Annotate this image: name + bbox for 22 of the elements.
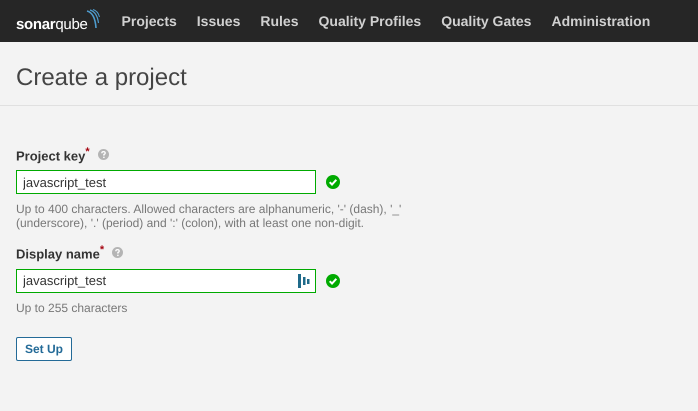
field-label: Project key$^{*}$: [16, 146, 90, 164]
nav-link[interactable]: Issues: [186, 13, 250, 29]
nav-link[interactable]: Rules: [250, 13, 308, 29]
nav-link[interactable]: Administration: [541, 13, 660, 29]
nav-link[interactable]: Quality Gates: [431, 13, 542, 29]
page-title: Create a project: [16, 64, 188, 92]
nav-link[interactable]: Quality Profiles: [308, 13, 432, 29]
logo-text: sonarqube: [16, 16, 88, 33]
help-icon[interactable]: [98, 149, 109, 160]
set-up-button[interactable]: Set Up: [16, 336, 72, 361]
help-icon[interactable]: [112, 247, 124, 258]
field-hint: Up to 400 characters. Allowed characters are alphanumeric, '-' (dash), '_' (underscore), '.' (period) and ':' (colon), with at least one non-digit.: [16, 202, 402, 230]
checkmark-icon: [326, 274, 340, 288]
checkmark-icon: [326, 175, 340, 190]
password-manager-icon[interactable]: [298, 274, 310, 288]
text-input[interactable]: javascript_test: [16, 170, 316, 194]
field-label: Display name$^{*}$: [16, 244, 104, 262]
logo[interactable]: sonarqube: [16, 9, 100, 33]
text-input[interactable]: javascript_test: [16, 268, 316, 293]
field-hint: Up to 255 characters: [16, 300, 128, 315]
nav-link[interactable]: Projects: [112, 13, 187, 29]
logo-waves-icon: [86, 9, 100, 29]
